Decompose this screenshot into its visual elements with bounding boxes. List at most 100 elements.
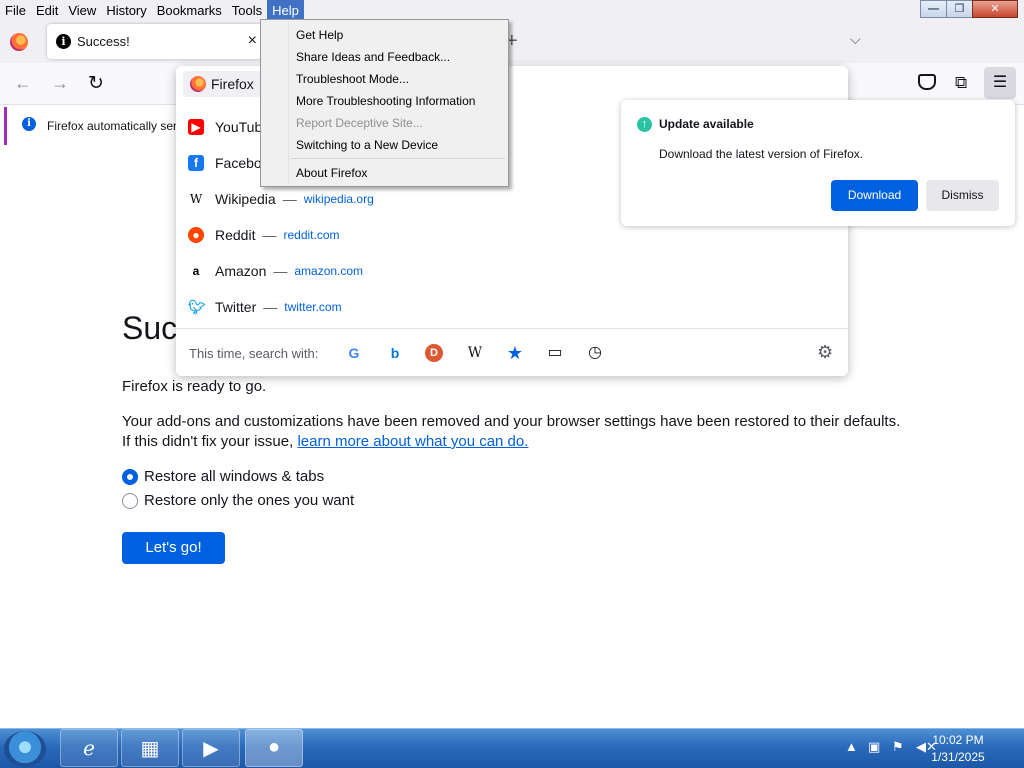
suggestion-url: twitter.com [284,300,342,314]
suggestion-twitter[interactable]: 🐦︎ Twitter — twitter.com [188,299,342,315]
help-get-help[interactable]: Get Help [296,28,343,42]
suggestion-url: wikipedia.org [303,192,374,206]
menu-help[interactable]: Help [267,0,304,20]
bing-icon[interactable]: b [386,344,404,362]
suggestion-amazon[interactable]: a Amazon — amazon.com [188,263,363,279]
gear-icon[interactable]: ⚙ [817,342,833,363]
taskbar-media-player[interactable]: ▶ [182,729,240,767]
urlbar-identity-chip[interactable]: Firefox [183,71,262,97]
menu-bookmarks[interactable]: Bookmarks [152,0,227,20]
radio-unselected-icon[interactable] [122,492,138,509]
help-switching-device[interactable]: Switching to a New Device [296,138,438,152]
internet-explorer-icon: ℯ [83,738,95,760]
info-icon: i [22,117,36,131]
suggestion-label: YouTub [215,119,263,135]
amazon-icon: a [192,264,200,278]
action-center-flag-icon[interactable]: ⚑ [892,739,904,755]
wikipedia-search-icon[interactable]: W [466,344,484,362]
info-icon: i [56,34,71,49]
update-title: Update available [659,117,754,131]
restore-description: Your add-ons and customizations have bee… [122,413,901,430]
menu-history[interactable]: History [101,0,151,20]
duckduckgo-icon[interactable]: D [425,344,443,362]
radio-restore-some[interactable]: Restore only the ones you want [122,492,354,509]
tab-success[interactable]: i Success! × [47,24,263,59]
dash: — [262,227,277,243]
radio-selected-icon[interactable] [122,468,138,485]
notification-bar: i Firefox automatically sen [4,107,184,145]
search-with-label: This time, search with: [189,346,319,361]
firefox-logo-icon [190,76,206,92]
chevron-down-icon[interactable]: ⌵ [850,31,861,48]
dash: — [263,299,278,315]
menu-view[interactable]: View [63,0,101,20]
suggestion-url: amazon.com [294,264,364,278]
reload-icon[interactable]: ↻ [88,72,104,95]
clock-date[interactable]: 1/31/2025 [918,750,998,764]
menu-hamburger-icon[interactable]: ☰ [984,67,1016,99]
clock-time[interactable]: 10:02 PM [918,733,998,747]
help-more-troubleshooting[interactable]: More Troubleshooting Information [296,94,475,108]
minimize-button[interactable]: — [920,0,947,18]
close-icon: ✕ [990,3,1000,15]
wikipedia-icon: W [189,192,203,206]
minimize-icon: — [928,3,939,15]
suggestion-youtube[interactable]: ▶ YouTub [188,119,262,135]
firefox-icon: ● [267,736,281,758]
radio-restore-some-label: Restore only the ones you want [144,492,355,509]
taskbar-firefox[interactable]: ● [245,729,303,767]
learn-more-link[interactable]: learn more about what you can do. [297,433,528,450]
radio-restore-all-label: Restore all windows & tabs [144,468,325,485]
back-arrow-icon[interactable]: ← [14,73,32,94]
bookmarks-star-icon[interactable]: ★ [506,344,524,362]
menu-edit[interactable]: Edit [31,0,63,20]
help-menu: Get Help Share Ideas and Feedback... Tro… [260,19,509,187]
network-icon[interactable]: ▣ [868,739,880,755]
maximize-icon: ❐ [954,3,965,15]
dismiss-button[interactable]: Dismiss [926,180,999,211]
pocket-icon[interactable] [918,74,936,90]
taskbar-file-explorer[interactable]: ▦ [121,729,179,767]
maximize-button[interactable]: ❐ [946,0,973,18]
folder-icon: ▦ [140,738,160,760]
extensions-icon[interactable]: ⧉ [955,73,967,93]
tabs-icon[interactable]: ▭ [546,344,564,362]
suggestion-url: reddit.com [283,228,340,242]
download-button[interactable]: Download [831,180,918,211]
help-about-firefox[interactable]: About Firefox [296,166,367,180]
suggestion-facebook[interactable]: f Faceboo [188,155,269,171]
suggestion-wikipedia[interactable]: W Wikipedia — wikipedia.org [188,191,374,207]
ready-text: Firefox is ready to go. [122,378,267,395]
urlbar-chip-label: Firefox [211,76,254,92]
help-troubleshoot-mode[interactable]: Troubleshoot Mode... [296,72,409,86]
google-icon[interactable]: G [345,344,363,362]
reddit-icon: ● [188,227,204,243]
suggestion-label: Wikipedia [215,191,276,207]
help-text-prefix: If this didn't fix your issue, [122,433,298,450]
close-window-button[interactable]: ✕ [972,0,1018,18]
dash: — [273,263,288,279]
help-share-ideas[interactable]: Share Ideas and Feedback... [296,50,450,64]
forward-arrow-icon[interactable]: → [51,73,69,94]
tab-title: Success! [77,34,130,49]
divider [176,328,848,329]
suggestion-reddit[interactable]: ● Reddit — reddit.com [188,227,340,243]
facebook-icon: f [188,155,204,171]
media-player-icon: ▶ [203,738,219,760]
show-hidden-icons[interactable]: ▲ [845,739,858,754]
menu-bar: File Edit View History Bookmarks Tools H… [0,0,304,20]
help-text: If this didn't fix your issue, learn mor… [122,433,528,450]
taskbar-internet-explorer[interactable]: ℯ [60,729,118,767]
tab-close-icon[interactable]: × [248,32,257,50]
lets-go-button[interactable]: Let's go! [122,532,225,564]
radio-restore-all[interactable]: Restore all windows & tabs [122,468,324,485]
menu-separator [291,158,505,159]
youtube-icon: ▶ [188,119,204,135]
start-button[interactable] [4,731,46,767]
menu-file[interactable]: File [0,0,31,20]
menu-tools[interactable]: Tools [227,0,267,20]
update-panel: ↑ Update available Download the latest v… [621,100,1015,226]
history-clock-icon[interactable]: ◷ [586,344,604,362]
suggestion-label: Twitter [215,299,257,315]
firefox-view-icon[interactable] [10,33,28,51]
